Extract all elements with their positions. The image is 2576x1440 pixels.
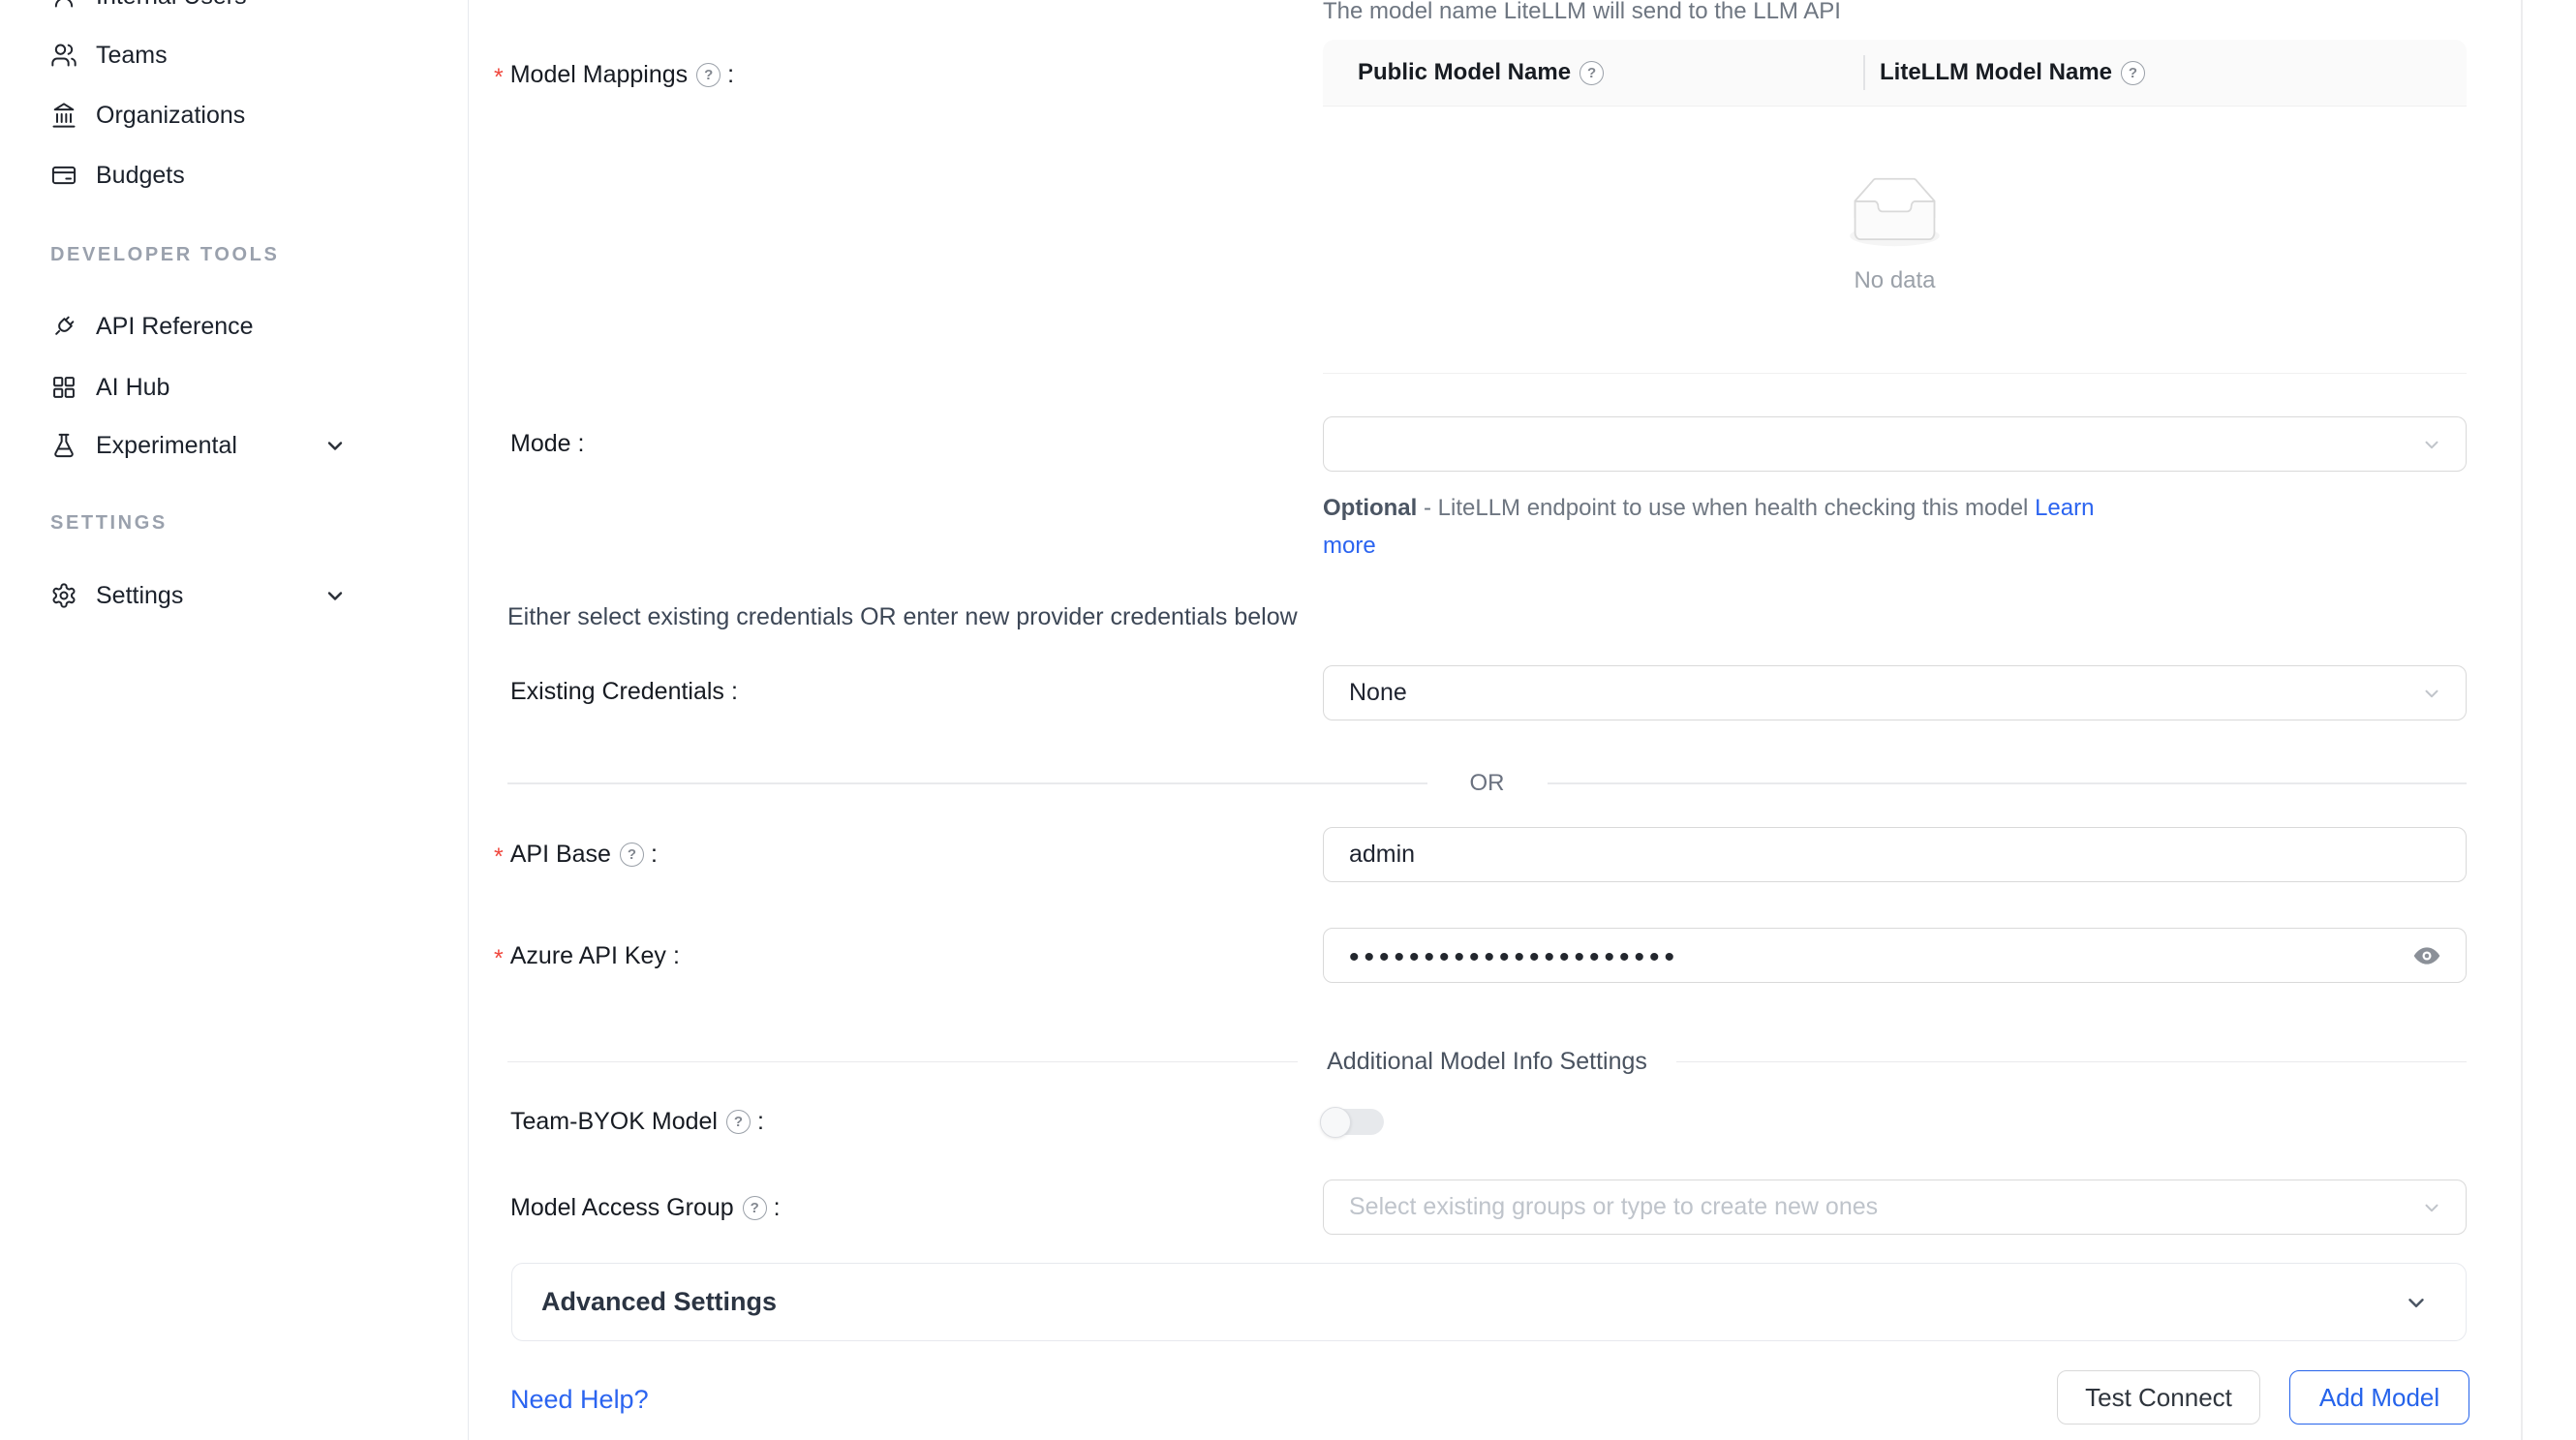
sidebar-section-settings: SETTINGS bbox=[50, 512, 168, 535]
chevron-down-icon bbox=[2421, 683, 2442, 704]
bank-icon bbox=[50, 102, 77, 129]
sidebar-item-experimental[interactable]: Experimental bbox=[0, 415, 467, 475]
azure-api-key-label: * Azure API Key : bbox=[494, 940, 680, 971]
sidebar-item-api-reference[interactable]: API Reference bbox=[0, 296, 467, 356]
plug-icon bbox=[50, 313, 77, 340]
sidebar-item-label: Settings bbox=[96, 582, 183, 610]
test-connect-button[interactable]: Test Connect bbox=[2057, 1370, 2260, 1425]
sidebar-item-label: API Reference bbox=[96, 313, 254, 341]
select-placeholder: Select existing groups or type to create… bbox=[1349, 1193, 1878, 1221]
credit-card-icon bbox=[50, 162, 77, 189]
sidebar-item-budgets[interactable]: Budgets bbox=[0, 145, 467, 205]
chevron-down-icon bbox=[323, 584, 347, 607]
masked-password-value: •••••••••••••••••••••• bbox=[1349, 941, 1679, 974]
need-help-link[interactable]: Need Help? bbox=[510, 1385, 649, 1415]
sidebar: Internal Users Teams Organizations Budge… bbox=[0, 0, 469, 1440]
table-empty-state: No data bbox=[1323, 177, 2467, 294]
sidebar-item-label: Teams bbox=[96, 42, 168, 70]
sidebar-section-developer-tools: DEVELOPER TOOLS bbox=[50, 244, 279, 266]
sidebar-item-settings[interactable]: Settings bbox=[0, 566, 467, 626]
sidebar-item-label: Internal Users bbox=[96, 0, 247, 11]
no-data-text: No data bbox=[1854, 267, 1935, 294]
additional-info-divider: Additional Model Info Settings bbox=[507, 1048, 2467, 1076]
gear-icon bbox=[50, 582, 77, 609]
column-divider bbox=[1863, 55, 1865, 90]
sidebar-item-teams[interactable]: Teams bbox=[0, 25, 467, 85]
help-circle-icon[interactable]: ? bbox=[743, 1196, 767, 1220]
api-base-label: * API Base ? : bbox=[494, 839, 658, 870]
learn-more-link[interactable]: Learn bbox=[2035, 495, 2094, 521]
sidebar-item-label: Budgets bbox=[96, 162, 185, 190]
team-byok-label: Team-BYOK Model ? : bbox=[510, 1106, 764, 1137]
team-byok-toggle[interactable] bbox=[1320, 1109, 1384, 1135]
table-header-public-model-name: Public Model Name ? bbox=[1323, 59, 1863, 86]
azure-api-key-input[interactable]: •••••••••••••••••••••• bbox=[1323, 928, 2467, 983]
help-circle-icon[interactable]: ? bbox=[1579, 61, 1604, 85]
users-icon bbox=[50, 42, 77, 69]
mode-label: Mode : bbox=[510, 428, 585, 459]
flask-icon bbox=[50, 432, 77, 459]
sidebar-item-internal-users[interactable]: Internal Users bbox=[0, 0, 467, 26]
api-base-input[interactable]: admin bbox=[1323, 827, 2467, 882]
empty-inbox-icon bbox=[1839, 177, 1950, 248]
help-circle-icon[interactable]: ? bbox=[726, 1110, 751, 1134]
help-circle-icon[interactable]: ? bbox=[620, 843, 644, 867]
credentials-note: Either select existing credentials OR en… bbox=[507, 603, 1298, 631]
eye-icon[interactable] bbox=[2411, 940, 2442, 971]
advanced-settings-title: Advanced Settings bbox=[541, 1287, 777, 1317]
grid-icon bbox=[50, 374, 77, 401]
required-asterisk: * bbox=[494, 66, 504, 90]
sidebar-item-label: AI Hub bbox=[96, 374, 169, 402]
help-circle-icon[interactable]: ? bbox=[2121, 61, 2145, 85]
user-icon bbox=[50, 0, 77, 10]
sidebar-item-organizations[interactable]: Organizations bbox=[0, 85, 467, 145]
add-model-button[interactable]: Add Model bbox=[2289, 1370, 2469, 1425]
sidebar-item-ai-hub[interactable]: AI Hub bbox=[0, 357, 467, 417]
table-header-litellm-model-name: LiteLLM Model Name ? bbox=[1863, 59, 2145, 86]
model-name-helper-text: The model name LiteLLM will send to the … bbox=[1323, 0, 1841, 25]
help-circle-icon[interactable]: ? bbox=[696, 63, 721, 87]
sidebar-item-label: Experimental bbox=[96, 432, 237, 460]
model-mappings-table: Public Model Name ? LiteLLM Model Name ? bbox=[1323, 40, 2467, 374]
toggle-knob bbox=[1320, 1107, 1351, 1138]
table-header-row: Public Model Name ? LiteLLM Model Name ? bbox=[1323, 40, 2467, 107]
or-text: OR bbox=[1470, 770, 1505, 797]
additional-info-divider-text: Additional Model Info Settings bbox=[1327, 1048, 1647, 1076]
or-divider: OR bbox=[507, 770, 2467, 797]
existing-credentials-select[interactable]: None bbox=[1323, 665, 2467, 720]
sidebar-item-label: Organizations bbox=[96, 102, 245, 130]
content-right-divider bbox=[2521, 0, 2523, 1440]
required-asterisk: * bbox=[494, 947, 504, 971]
advanced-settings-panel[interactable]: Advanced Settings bbox=[511, 1263, 2467, 1341]
model-access-group-select[interactable]: Select existing groups or type to create… bbox=[1323, 1180, 2467, 1235]
existing-credentials-label: Existing Credentials : bbox=[510, 676, 738, 707]
learn-more-link[interactable]: more bbox=[1323, 533, 1376, 559]
chevron-down-icon bbox=[2421, 434, 2442, 455]
model-mappings-label: * Model Mappings ? : bbox=[494, 59, 734, 90]
chevron-down-icon bbox=[323, 434, 347, 457]
mode-select[interactable] bbox=[1323, 416, 2467, 472]
mode-helper-text: Optional - LiteLLM endpoint to use when … bbox=[1323, 489, 2475, 565]
required-asterisk: * bbox=[494, 845, 504, 870]
chevron-down-icon bbox=[2421, 1197, 2442, 1218]
model-access-group-label: Model Access Group ? : bbox=[510, 1192, 781, 1223]
chevron-down-icon bbox=[2404, 1290, 2429, 1315]
